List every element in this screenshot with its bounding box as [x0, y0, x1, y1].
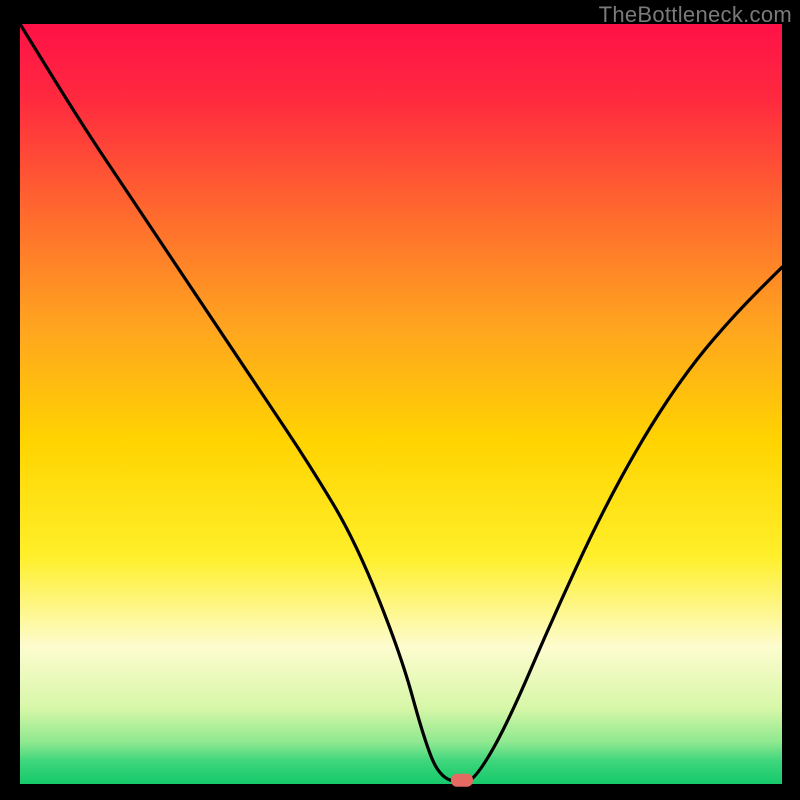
plot-background [20, 24, 782, 784]
chart-stage: TheBottleneck.com [0, 0, 800, 800]
bottleneck-chart [0, 0, 800, 800]
watermark-text: TheBottleneck.com [599, 2, 792, 28]
optimal-point-marker [451, 774, 473, 787]
